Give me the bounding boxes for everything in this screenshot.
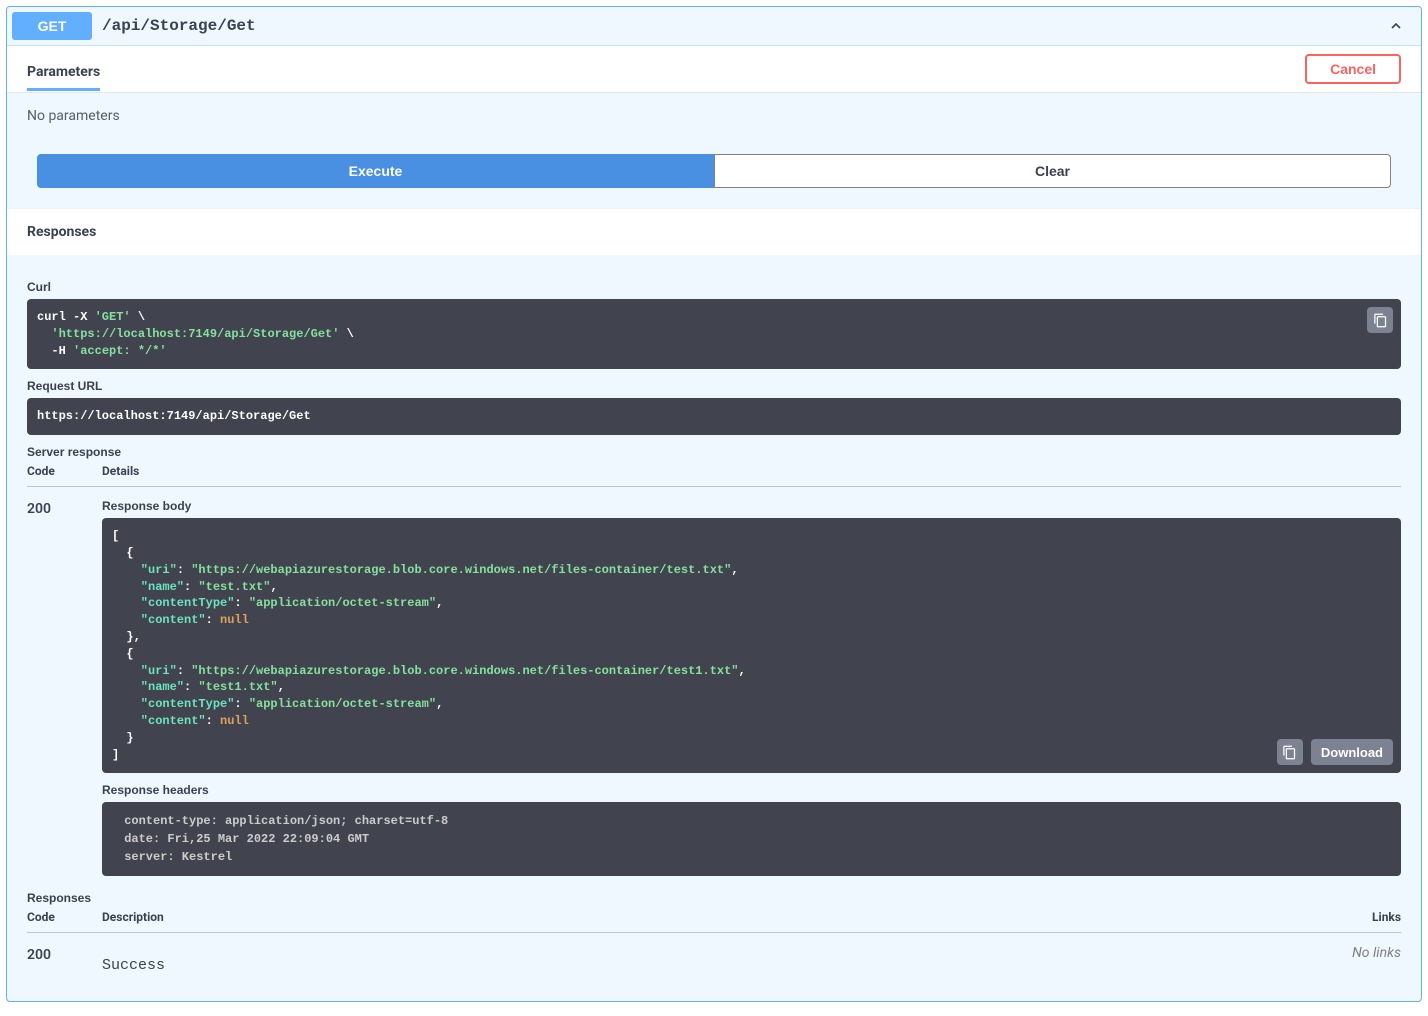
download-button[interactable]: Download [1311, 739, 1393, 765]
response-headers-label: Response headers [102, 783, 1401, 797]
responses-heading: Responses [7, 208, 1421, 255]
chevron-up-icon[interactable] [1386, 16, 1406, 36]
response-code: 200 [27, 499, 102, 517]
response-headers-block: content-type: application/json; charset=… [102, 802, 1401, 876]
doc-response-description: Success [102, 945, 1321, 986]
doc-response-links: No links [1321, 945, 1401, 961]
copy-icon[interactable] [1367, 307, 1393, 333]
curl-code-block: curl -X 'GET' \ 'https://localhost:7149/… [27, 299, 1401, 369]
execute-button[interactable]: Execute [37, 154, 714, 188]
operation-block: GET /api/Storage/Get Parameters Cancel N… [6, 6, 1422, 1002]
action-button-group: Execute Clear [27, 154, 1401, 188]
response-body-block: [ { "uri": "https://webapiazurestorage.b… [102, 518, 1401, 773]
parameters-tab[interactable]: Parameters [27, 56, 100, 91]
code-column-header: Code [27, 464, 102, 478]
details-column-header: Details [102, 464, 1401, 478]
clear-button[interactable]: Clear [714, 154, 1391, 188]
endpoint-path: /api/Storage/Get [102, 17, 1386, 35]
request-url-block: https://localhost:7149/api/Storage/Get [27, 398, 1401, 435]
response-body-label: Response body [102, 499, 1401, 513]
cancel-button[interactable]: Cancel [1305, 54, 1401, 84]
parameters-header: Parameters Cancel [7, 46, 1421, 93]
documented-response-row: 200 Success No links [27, 945, 1401, 986]
description-column-header: Description [102, 910, 1321, 924]
response-row: 200 Response body [ { "uri": "https://we… [27, 499, 1401, 876]
curl-label: Curl [27, 280, 1401, 294]
code-column-header: Code [27, 910, 102, 924]
responses-body: Curl curl -X 'GET' \ 'https://localhost:… [7, 255, 1421, 1001]
parameters-body: No parameters Execute Clear [7, 93, 1421, 208]
request-url-label: Request URL [27, 379, 1401, 393]
links-column-header: Links [1321, 910, 1401, 924]
documented-responses-table: Code Description Links 200 Success No li… [27, 910, 1401, 986]
server-response-table: Code Details 200 Response body [ { "uri"… [27, 464, 1401, 876]
server-response-label: Server response [27, 445, 1401, 459]
http-method-badge: GET [12, 12, 92, 40]
no-parameters-text: No parameters [27, 108, 1401, 124]
responses-label: Responses [27, 891, 1401, 905]
copy-icon[interactable] [1277, 739, 1303, 765]
doc-response-code: 200 [27, 945, 102, 963]
operation-summary[interactable]: GET /api/Storage/Get [7, 7, 1421, 46]
